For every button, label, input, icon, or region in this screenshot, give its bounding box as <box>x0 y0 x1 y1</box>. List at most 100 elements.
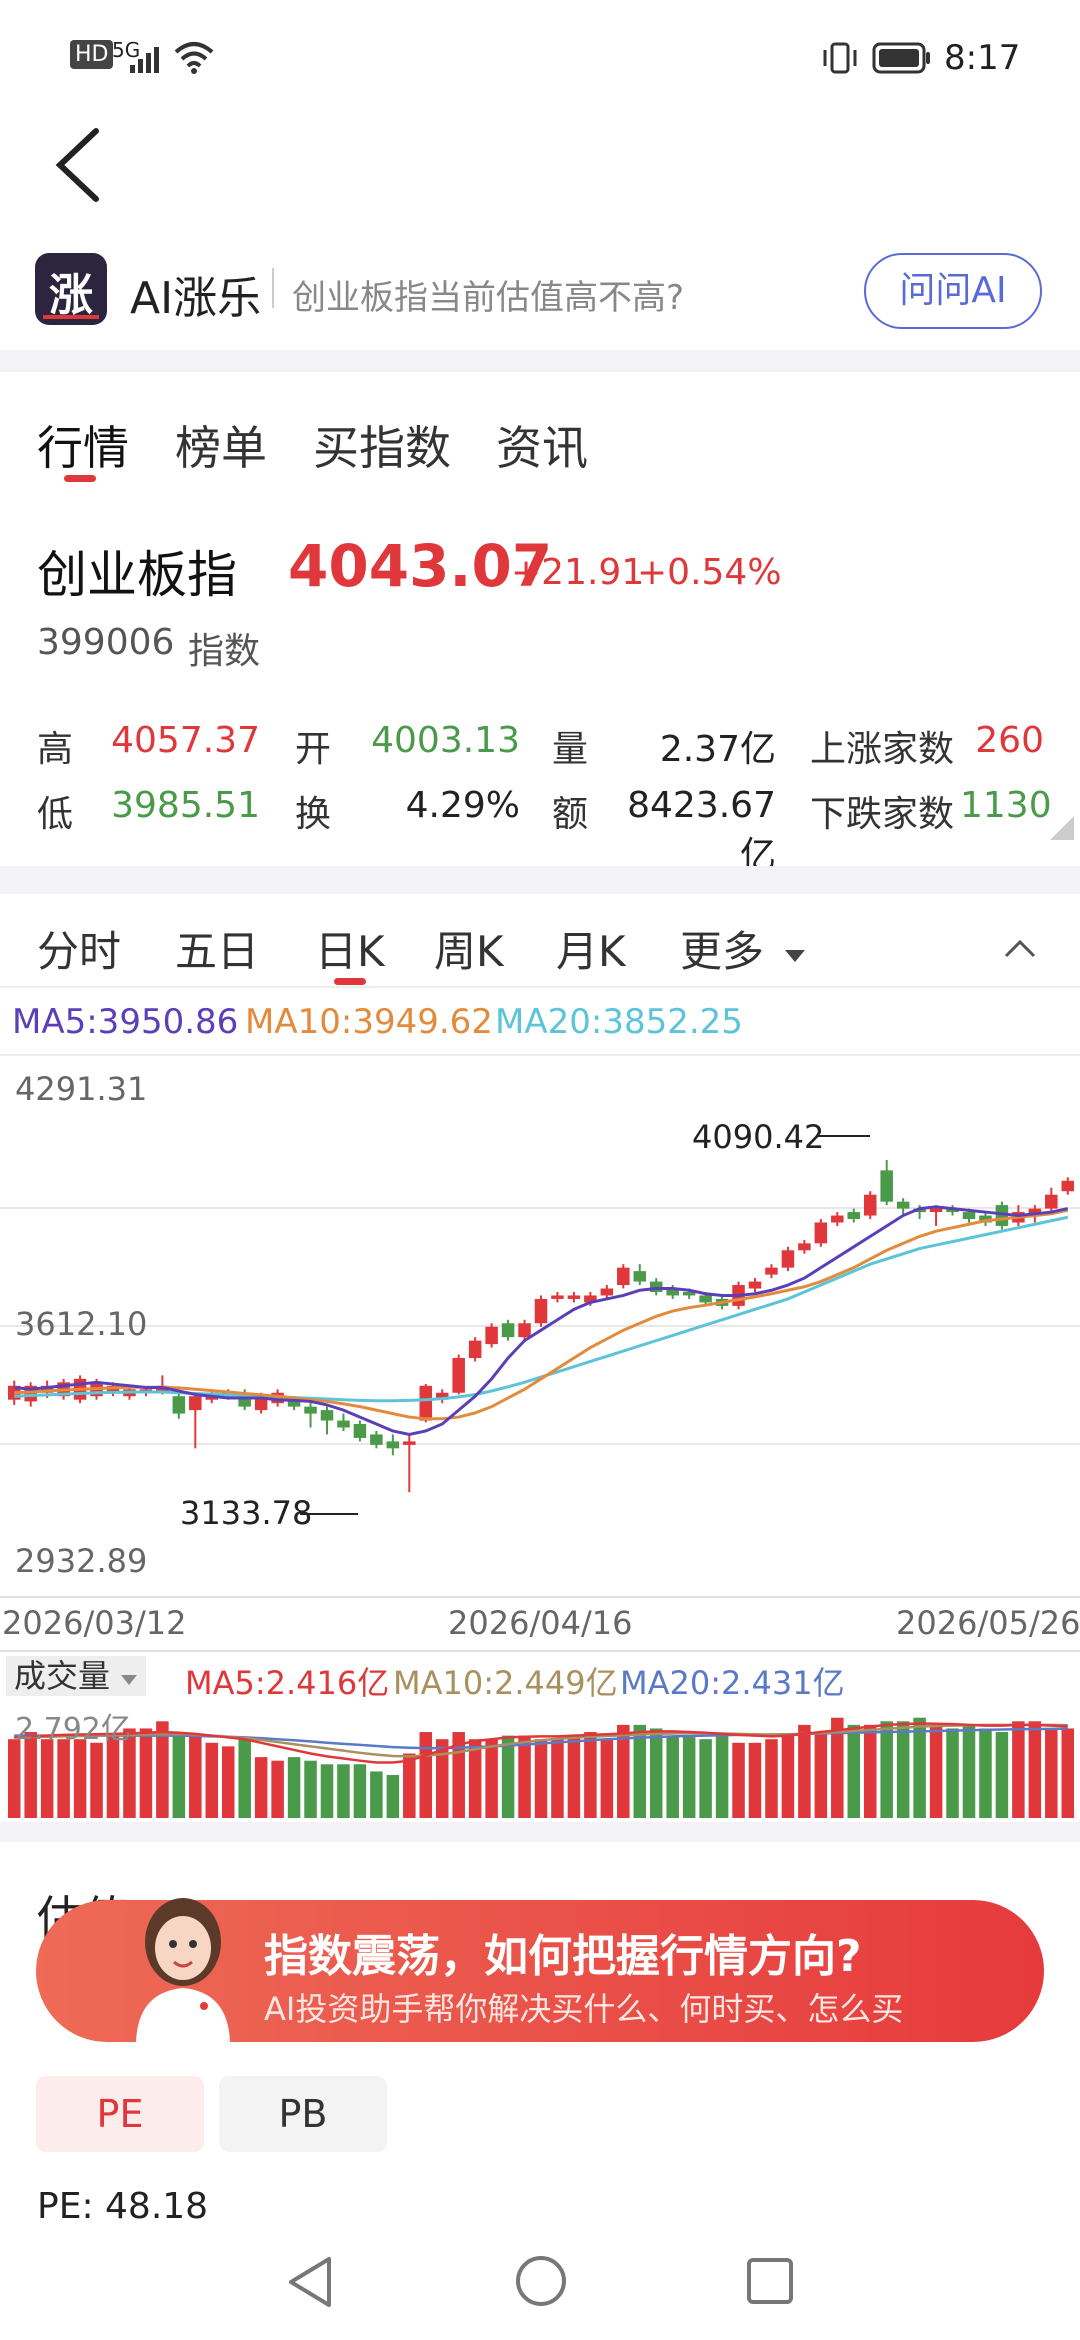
divider <box>0 1650 1080 1652</box>
ai-prompt-text[interactable]: 创业板指当前估值高不高? <box>292 270 684 319</box>
candle <box>485 1323 498 1348</box>
volume-bar <box>172 1732 186 1818</box>
nav-home-button[interactable] <box>514 2254 568 2312</box>
candle-body <box>534 1298 548 1324</box>
volume-label: 量 <box>552 729 589 770</box>
tab-daily-k[interactable]: 日K <box>315 918 385 979</box>
low-value: 3985.51 <box>111 785 260 826</box>
vol-ma5-legend: MA5:2.416亿 <box>185 1664 390 1702</box>
candle-body <box>501 1323 515 1338</box>
candle <box>370 1430 383 1449</box>
tab-five-day[interactable]: 五日 <box>175 918 259 979</box>
volume-bar <box>419 1732 433 1818</box>
tab-rankings[interactable]: 榜单 <box>175 412 267 478</box>
tab-pb[interactable]: PB <box>219 2076 387 2152</box>
candle-body <box>1061 1180 1075 1192</box>
banner-title: 指数震荡，如何把握行情方向? <box>264 1931 862 1982</box>
candle <box>633 1264 647 1286</box>
x-tick-start: 2026/03/12 <box>2 1604 187 1642</box>
candle-body <box>337 1420 350 1428</box>
turnover-label: 换 <box>295 794 332 835</box>
candle <box>337 1413 350 1431</box>
candle <box>189 1392 202 1449</box>
tab-market[interactable]: 行情 <box>37 412 129 478</box>
volume-bar <box>649 1728 663 1818</box>
volume-max-label: 2.792亿 <box>15 1712 131 1747</box>
tab-intraday[interactable]: 分时 <box>37 918 121 979</box>
tab-monthly-k[interactable]: 月K <box>556 918 626 979</box>
candle-body <box>386 1441 400 1449</box>
candle-body <box>962 1212 976 1220</box>
down-count-value: 1130 <box>960 785 1052 826</box>
vibrate-icon <box>820 40 860 85</box>
volume-bar <box>501 1735 515 1818</box>
candle-body <box>353 1424 367 1438</box>
vol-ma20-legend: MA20:2.431亿 <box>620 1664 845 1702</box>
tab-news[interactable]: 资讯 <box>496 412 588 478</box>
amount-value: 8423.67亿 <box>627 785 776 876</box>
candle <box>435 1389 449 1404</box>
ask-ai-button[interactable]: 问问AI <box>864 253 1042 329</box>
candle <box>534 1295 548 1327</box>
volume-bar <box>57 1739 70 1818</box>
chart-low-label: 3133.78 <box>180 1494 313 1532</box>
divider <box>272 268 274 308</box>
tab-buy-index[interactable]: 买指数 <box>313 412 451 478</box>
tab-more[interactable]: 更多 <box>680 918 807 979</box>
candle-body <box>485 1326 498 1345</box>
index-type: 指数 <box>188 631 261 672</box>
volume-chart[interactable] <box>0 1700 1080 1820</box>
candle-body <box>452 1358 465 1393</box>
volume-bar <box>254 1757 268 1818</box>
section-gap <box>0 350 1080 372</box>
index-change: +21.91 <box>511 552 645 593</box>
candle-body <box>304 1406 317 1414</box>
amount-label: 额 <box>552 794 589 835</box>
candle <box>386 1434 400 1456</box>
volume-bar <box>600 1739 614 1818</box>
volume-bar <box>798 1724 811 1818</box>
volume-bar <box>732 1742 745 1818</box>
candle-body <box>189 1396 202 1411</box>
ai-app-logo[interactable]: 涨 <box>35 253 107 325</box>
candle <box>304 1401 317 1428</box>
candle-body <box>814 1222 828 1244</box>
volume-bar <box>189 1735 202 1818</box>
volume-indicator-select[interactable]: 成交量 <box>6 1656 147 1696</box>
ma5-legend: MA5:3950.86 <box>12 1002 239 1042</box>
volume-bar <box>287 1757 301 1818</box>
tab-weekly-k[interactable]: 周K <box>434 918 504 979</box>
tab-pe[interactable]: PE <box>36 2076 204 2152</box>
x-tick-end: 2026/05/26 <box>896 1604 1080 1642</box>
candle-body <box>1045 1194 1058 1209</box>
ai-promo-banner[interactable]: 指数震荡，如何把握行情方向? AI投资助手帮你解决买什么、何时买、怎么买 <box>36 1898 1044 2042</box>
candle-body <box>551 1295 564 1299</box>
volume-bar <box>979 1728 992 1818</box>
candle-body <box>863 1194 877 1216</box>
x-axis-line <box>0 1596 1080 1598</box>
expand-corner-icon[interactable] <box>1050 816 1074 844</box>
active-period-indicator <box>334 978 366 985</box>
battery-icon <box>872 42 932 83</box>
high-label: 高 <box>37 729 74 770</box>
triangle-back-icon <box>289 2257 331 2307</box>
volume-bar <box>403 1753 416 1818</box>
candle <box>419 1384 433 1423</box>
volume-bar <box>913 1717 926 1818</box>
volume-bar <box>73 1739 87 1818</box>
volume-bar <box>584 1732 597 1818</box>
candle-body <box>617 1267 630 1286</box>
candlestick-chart[interactable] <box>0 1056 1080 1596</box>
candle-body <box>567 1295 581 1299</box>
candle-body <box>765 1267 778 1275</box>
up-count-label: 上涨家数 <box>810 729 955 770</box>
collapse-button[interactable] <box>1002 932 1038 966</box>
volume-bar <box>485 1739 498 1818</box>
nav-recents-button[interactable] <box>745 2256 795 2310</box>
volume-bar <box>205 1742 219 1818</box>
candle <box>567 1291 581 1303</box>
nav-back-button[interactable] <box>285 2255 335 2313</box>
volume-bar <box>962 1724 976 1818</box>
back-button[interactable] <box>50 125 110 205</box>
logo-text: 涨 <box>49 270 93 321</box>
